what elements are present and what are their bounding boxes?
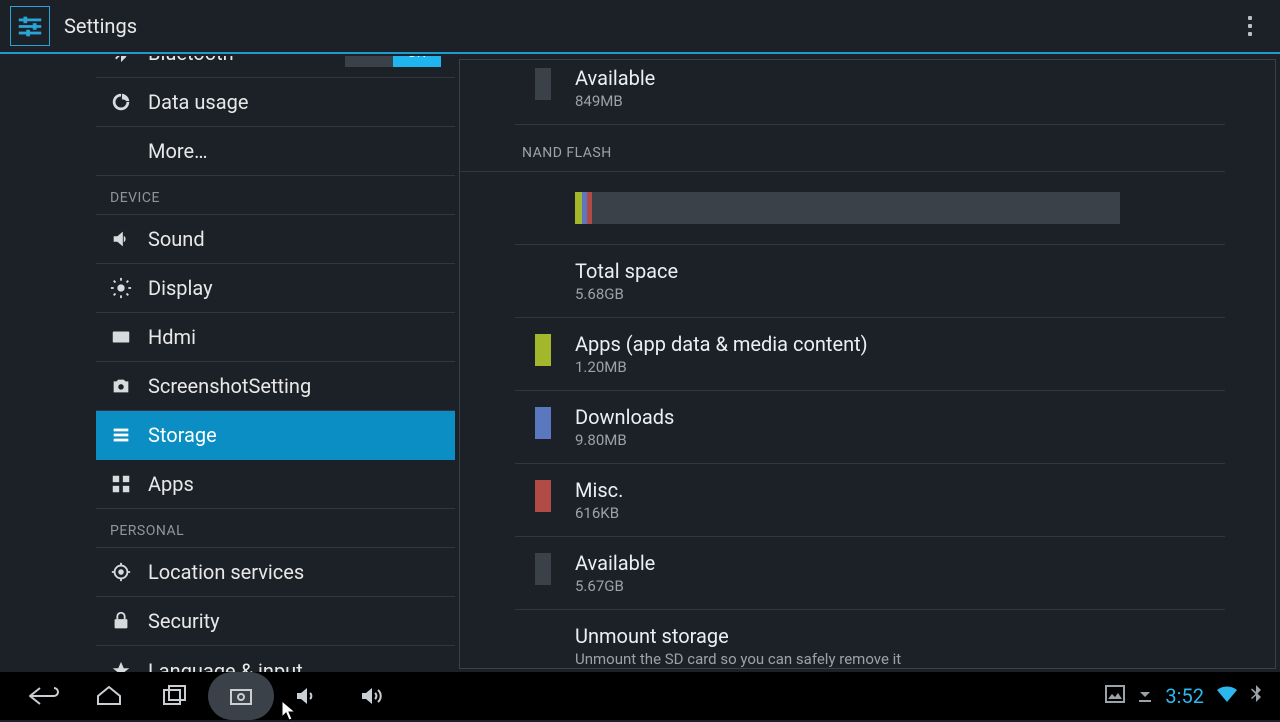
display-icon	[108, 275, 134, 301]
settings-app-icon	[10, 6, 50, 46]
screenshot-button[interactable]	[208, 672, 274, 720]
sidebar-item-label: More…	[148, 139, 207, 163]
row-title: Apps (app data & media content)	[575, 332, 868, 356]
sidebar-item-storage[interactable]: Storage	[96, 411, 455, 460]
sidebar-item-security[interactable]: Security	[96, 597, 455, 646]
storage-icon	[108, 422, 134, 448]
storage-usage-bar	[575, 192, 1120, 224]
bluetooth-toggle[interactable]: ON	[345, 56, 441, 67]
row-sub: 849MB	[575, 92, 655, 110]
download-notification-icon[interactable]	[1137, 685, 1153, 707]
sidebar-item-data-usage[interactable]: Data usage	[96, 78, 455, 127]
row-title: Total space	[575, 259, 678, 283]
row-sub: 5.68GB	[575, 285, 678, 303]
sidebar-item-label: Language & input	[148, 659, 303, 673]
wifi-icon[interactable]	[1216, 685, 1238, 707]
row-sub: 9.80MB	[575, 431, 674, 449]
system-nav-bar: 3:52	[0, 672, 1280, 720]
row-title: Unmount storage	[575, 624, 901, 648]
volume-down-button[interactable]	[274, 672, 340, 720]
overflow-menu-icon[interactable]	[1230, 6, 1270, 46]
sidebar-item-more[interactable]: More…	[96, 127, 455, 176]
storage-swatch	[535, 407, 551, 439]
sidebar-item-hdmi[interactable]: Hdmi	[96, 313, 455, 362]
storage-row-5[interactable]: Unmount storage Unmount the SD card so yo…	[515, 610, 1225, 669]
home-button[interactable]	[76, 672, 142, 720]
sidebar-item-label: Display	[148, 276, 213, 300]
storage-swatch	[535, 334, 551, 366]
sidebar-item-language[interactable]: Language & input	[96, 646, 455, 672]
storage-row-2: Downloads 9.80MB	[515, 391, 1225, 464]
storage-row-available-top: Available 849MB	[515, 59, 1225, 125]
row-sub: Unmount the SD card so you can safely re…	[575, 650, 901, 668]
bluetooth-icon	[108, 56, 134, 66]
storage-detail-panel: Available 849MB NAND FLASH Total space 5.…	[459, 59, 1276, 669]
sidebar-item-label: Sound	[148, 227, 205, 251]
storage-row-4: Available 5.67GB	[515, 537, 1225, 610]
sidebar-item-location[interactable]: Location services	[96, 548, 455, 597]
sidebar-item-screenshot[interactable]: ScreenshotSetting	[96, 362, 455, 411]
status-clock[interactable]: 3:52	[1165, 684, 1204, 708]
sidebar-item-bluetooth[interactable]: Bluetooth ON	[96, 56, 455, 78]
row-title: Downloads	[575, 405, 674, 429]
bluetooth-status-icon[interactable]	[1250, 685, 1262, 707]
blank-icon	[108, 138, 134, 164]
language-icon	[108, 658, 134, 673]
sidebar-item-label: Security	[148, 609, 220, 633]
back-button[interactable]	[10, 672, 76, 720]
sidebar-item-label: Storage	[148, 423, 217, 447]
location-icon	[108, 559, 134, 585]
sound-icon	[108, 226, 134, 252]
sidebar-item-label: Apps	[148, 472, 194, 496]
sidebar-item-label: Location services	[148, 560, 304, 584]
sidebar-item-sound[interactable]: Sound	[96, 215, 455, 264]
sidebar-item-label: Bluetooth	[148, 56, 234, 65]
toggle-on-label: ON	[393, 56, 441, 67]
picture-notification-icon[interactable]	[1105, 685, 1125, 707]
category-header-device: DEVICE	[96, 190, 455, 215]
storage-section-header: NAND FLASH	[460, 125, 1225, 172]
sidebar-item-label: ScreenshotSetting	[148, 374, 311, 398]
sidebar-item-apps[interactable]: Apps	[96, 460, 455, 509]
sidebar-item-label: Data usage	[148, 90, 248, 114]
camera-icon	[108, 373, 134, 399]
sidebar-item-display[interactable]: Display	[96, 264, 455, 313]
row-sub: 616KB	[575, 504, 623, 522]
volume-up-button[interactable]	[340, 672, 406, 720]
row-title: Available	[575, 551, 655, 575]
action-bar: Settings	[0, 0, 1280, 54]
storage-row-3: Misc. 616KB	[515, 464, 1225, 537]
action-bar-title: Settings	[64, 14, 137, 38]
row-sub: 1.20MB	[575, 358, 868, 376]
category-header-personal: PERSONAL	[96, 523, 455, 548]
storage-swatch	[535, 68, 551, 100]
row-title: Available	[575, 66, 655, 90]
data-usage-icon	[108, 89, 134, 115]
storage-usage-bar-row	[515, 172, 1225, 245]
sidebar-item-label: Hdmi	[148, 325, 196, 349]
apps-icon	[108, 471, 134, 497]
row-sub: 5.67GB	[575, 577, 655, 595]
storage-row-0: Total space 5.68GB	[515, 245, 1225, 318]
storage-swatch	[535, 480, 551, 512]
recents-button[interactable]	[142, 672, 208, 720]
storage-row-1: Apps (app data & media content) 1.20MB	[515, 318, 1225, 391]
storage-swatch	[535, 553, 551, 585]
row-title: Misc.	[575, 478, 623, 502]
lock-icon	[108, 608, 134, 634]
hdmi-icon	[108, 324, 134, 350]
settings-category-list: Bluetooth ON Data usage More… DEVICE Sou…	[0, 56, 455, 672]
